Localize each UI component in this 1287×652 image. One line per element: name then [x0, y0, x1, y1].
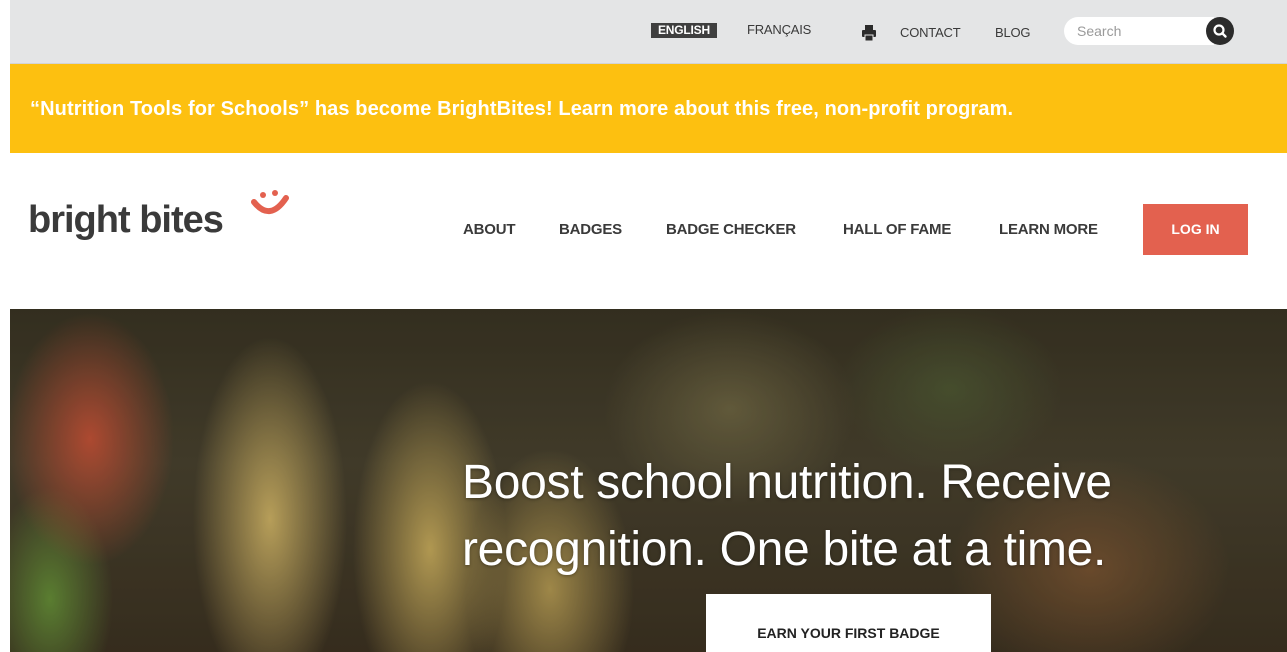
smile-icon [251, 190, 289, 214]
printer-icon[interactable] [861, 24, 877, 42]
blog-link[interactable]: BLOG [995, 25, 1031, 40]
search-icon [1213, 24, 1227, 38]
hero-headline: Boost school nutrition. Receive recognit… [462, 456, 1112, 576]
language-english-link[interactable]: ENGLISH [651, 23, 717, 38]
announcement-text[interactable]: “Nutrition Tools for Schools” has become… [30, 98, 1013, 121]
nav-learn-more[interactable]: LEARN MORE [999, 221, 1098, 238]
hero-banner: Boost school nutrition. Receive recognit… [10, 309, 1287, 652]
nav-hall-of-fame[interactable]: HALL OF FAME [843, 221, 951, 238]
announcement-banner[interactable]: “Nutrition Tools for Schools” has become… [10, 64, 1287, 153]
nav-badges[interactable]: BADGES [559, 221, 622, 238]
earn-first-badge-button[interactable]: EARN YOUR FIRST BADGE [706, 594, 991, 652]
contact-link[interactable]: CONTACT [900, 25, 961, 40]
language-french-link[interactable]: FRANÇAIS [747, 22, 811, 37]
utility-bar: ENGLISH FRANÇAIS CONTACT BLOG [10, 0, 1287, 64]
logo-text: bright bites [28, 199, 224, 241]
nav-badge-checker[interactable]: BADGE CHECKER [666, 221, 796, 238]
login-button[interactable]: LOG IN [1143, 204, 1248, 255]
nav-about[interactable]: ABOUT [463, 221, 516, 238]
search-button[interactable] [1206, 17, 1234, 45]
search-input[interactable] [1064, 17, 1214, 45]
